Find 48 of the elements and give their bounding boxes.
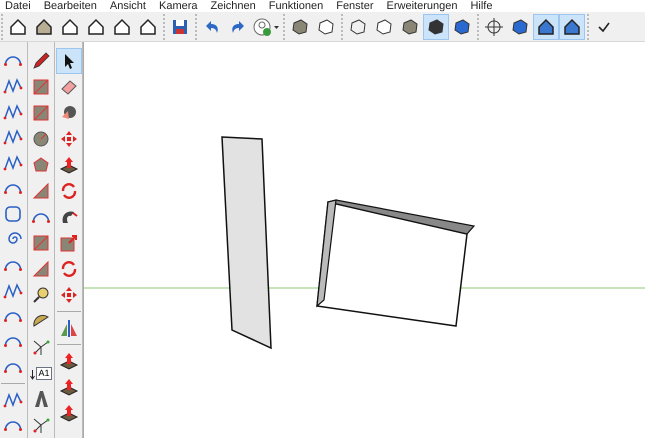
arc-icon (4, 336, 22, 348)
tool-button[interactable] (423, 14, 449, 40)
pie-icon (31, 259, 51, 279)
house-icon (562, 16, 582, 36)
pie-icon (31, 181, 51, 201)
pencil-icon (31, 51, 51, 71)
arc-icon (4, 260, 22, 271)
menu-item[interactable]: Kamera (158, 0, 198, 12)
house-icon (536, 16, 556, 36)
menu-item[interactable]: Erweiterungen (386, 0, 458, 12)
house-icon (60, 16, 80, 36)
menu-item[interactable]: Funktionen (268, 0, 324, 12)
menu-item[interactable]: Ansicht (110, 0, 146, 12)
menu-item[interactable]: Fenster (336, 0, 374, 12)
tool-button[interactable] (56, 48, 82, 74)
curve-icon (3, 390, 24, 410)
move-arrows-icon (58, 129, 79, 149)
rounded-rectangle-icon (3, 204, 24, 224)
tool-button[interactable] (533, 14, 559, 40)
arc-icon (4, 182, 22, 194)
arc-icon (32, 212, 50, 222)
curve-icon (3, 280, 24, 301)
tool-button[interactable]: A1 (28, 360, 54, 386)
menu-item[interactable]: Hilfe (470, 0, 492, 12)
house-icon (86, 16, 106, 36)
menu-item[interactable]: Zeichnen (210, 0, 256, 12)
curve-icon (3, 127, 24, 148)
menu-item[interactable]: Bearbeiten (44, 0, 97, 12)
house-icon (34, 16, 54, 36)
menu-item[interactable]: Datei (5, 0, 31, 12)
house-icon (112, 16, 132, 36)
crosshair-icon (484, 16, 504, 36)
arc-icon (4, 55, 22, 66)
house-icon (8, 16, 28, 36)
curve-icon (3, 76, 24, 96)
arc-icon (4, 362, 22, 373)
rectangle-icon (31, 233, 51, 253)
rectangle-icon (31, 103, 51, 123)
rectangle-icon (31, 77, 51, 97)
house-icon (138, 16, 158, 36)
arc-icon (4, 420, 22, 431)
curve-icon (3, 102, 24, 122)
move-arrows-icon (58, 285, 79, 305)
user-dropdown-icon (252, 16, 280, 36)
tool-button[interactable] (559, 14, 585, 40)
arc-icon (4, 310, 22, 322)
circle-icon (31, 129, 51, 149)
curve-icon (3, 152, 24, 173)
